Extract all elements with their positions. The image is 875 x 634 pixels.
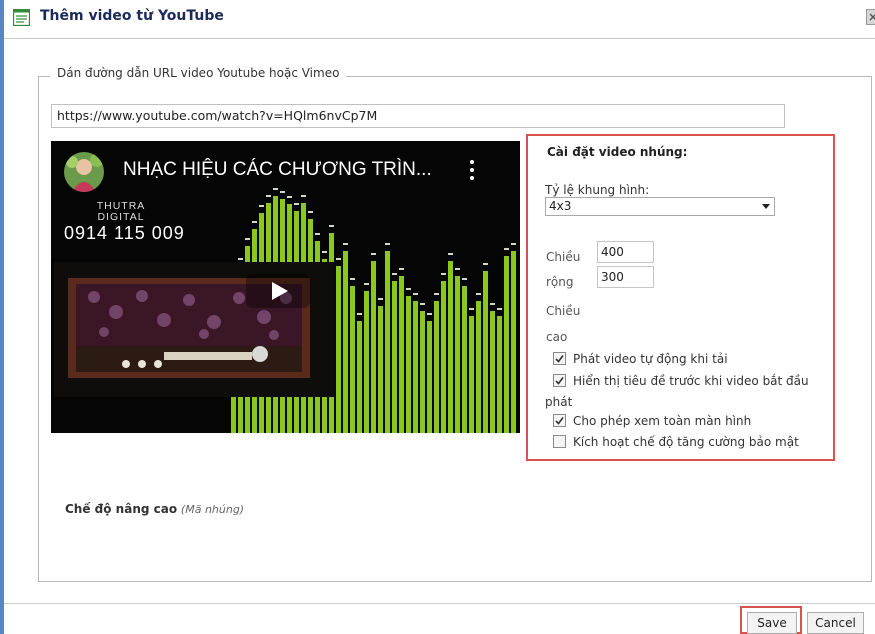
show-title-label-cont: phát <box>545 395 573 409</box>
aspect-ratio-select[interactable]: 4x3 <box>545 197 775 216</box>
channel-name-line2: DIGITAL <box>97 211 145 223</box>
checkmark-icon <box>555 355 564 363</box>
footer-divider <box>4 603 875 604</box>
more-vert-icon[interactable] <box>470 160 475 182</box>
aspect-ratio-label: Tỷ lệ khung hình: <box>545 183 650 197</box>
video-preview[interactable]: NHẠC HIỆU CÁC CHƯƠNG TRÌN... THUTRA DIGI… <box>51 141 520 433</box>
embed-settings-title: Cài đặt video nhúng: <box>547 145 688 159</box>
url-fieldset-legend: Dán đường dẫn URL video Youtube hoặc Vim… <box>50 66 347 80</box>
close-icon[interactable] <box>866 9 875 25</box>
video-url-input[interactable]: https://www.youtube.com/watch?v=HQlm6nvC… <box>51 104 785 128</box>
advanced-mode-toggle[interactable]: Chế độ nâng cao (Mã nhúng) <box>65 502 244 516</box>
list-document-icon <box>13 9 30 26</box>
advanced-mode-label: Chế độ nâng cao <box>65 502 178 516</box>
privacy-mode-label: Kích hoạt chế độ tăng cường bảo mật <box>573 435 799 449</box>
checkmark-icon <box>555 417 564 425</box>
window-left-border <box>0 0 4 634</box>
show-title-label: Hiển thị tiêu đề trước khi video bắt đầu <box>573 374 809 388</box>
autoplay-label: Phát video tự động khi tải <box>573 352 728 366</box>
channel-avatar[interactable] <box>64 152 104 192</box>
play-icon[interactable] <box>246 274 310 308</box>
height-label-line2: cao <box>546 330 568 344</box>
autoplay-checkbox[interactable] <box>553 352 566 365</box>
cancel-button[interactable]: Cancel <box>807 612 864 634</box>
privacy-mode-checkbox[interactable] <box>553 435 566 448</box>
width-input[interactable]: 400 <box>597 241 654 263</box>
chevron-down-icon[interactable] <box>762 204 770 209</box>
advanced-mode-hint: (Mã nhúng) <box>180 503 245 516</box>
height-label-line1: Chiều <box>546 304 581 318</box>
channel-phone: 0914 115 009 <box>64 223 185 243</box>
video-title[interactable]: NHẠC HIỆU CÁC CHƯƠNG TRÌN... <box>123 159 432 181</box>
fullscreen-label: Cho phép xem toàn màn hình <box>573 414 752 428</box>
width-label-line1: Chiều <box>546 250 581 264</box>
width-label-line2: rộng <box>546 275 574 289</box>
show-title-checkbox[interactable] <box>553 374 566 387</box>
fullscreen-checkbox[interactable] <box>553 414 566 427</box>
dialog-title: Thêm video từ YouTube <box>40 8 224 24</box>
height-input[interactable]: 300 <box>597 266 654 288</box>
dialog-titlebar: Thêm video từ YouTube <box>4 0 875 38</box>
checkmark-icon <box>555 377 564 385</box>
save-button[interactable]: Save <box>747 612 797 634</box>
titlebar-divider <box>4 38 875 39</box>
